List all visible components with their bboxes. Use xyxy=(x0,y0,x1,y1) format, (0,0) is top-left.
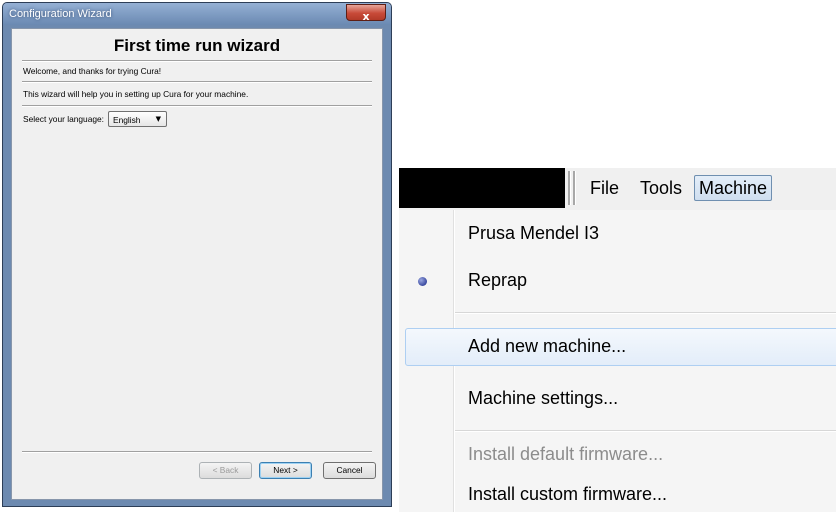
next-button[interactable]: Next > xyxy=(259,462,312,479)
menu-item-machine-settings[interactable]: Machine settings... xyxy=(468,388,618,409)
close-button[interactable]: x xyxy=(346,4,386,23)
language-label: Select your language: xyxy=(23,114,105,124)
back-button[interactable]: < Back xyxy=(199,462,252,479)
welcome-divider xyxy=(22,81,372,83)
menubar-strip: File Tools Machine xyxy=(565,168,836,208)
help-text: This wizard will help you in setting up … xyxy=(23,89,249,99)
cancel-button[interactable]: Cancel xyxy=(323,462,376,479)
menu-item-install-custom-firmware[interactable]: Install custom firmware... xyxy=(468,484,667,505)
machine-dropdown: Prusa Mendel I3 Reprap Add new machine..… xyxy=(399,210,836,512)
machine-menu-screenshot: File Tools Machine Prusa Mendel I3 Repra… xyxy=(399,168,836,512)
welcome-text: Welcome, and thanks for trying Cura! xyxy=(23,66,162,76)
radio-selected-icon xyxy=(418,277,427,286)
menu-separator xyxy=(455,312,836,314)
menu-file[interactable]: File xyxy=(590,176,619,200)
toolbar-grip-2[interactable] xyxy=(573,171,576,205)
language-select[interactable]: English ▼ xyxy=(108,111,167,127)
configuration-wizard-window: Configuration Wizard x First time run wi… xyxy=(2,2,392,507)
language-select-value: English xyxy=(113,115,141,125)
menu-separator-2 xyxy=(455,430,836,432)
help-divider xyxy=(22,105,372,107)
chevron-down-icon: ▼ xyxy=(155,115,161,123)
wizard-page: First time run wizard Welcome, and thank… xyxy=(11,28,383,500)
toolbar-grip[interactable] xyxy=(568,171,571,205)
menu-item-install-default-firmware: Install default firmware... xyxy=(468,444,664,464)
menu-machine[interactable]: Machine xyxy=(694,175,773,201)
footer-divider xyxy=(22,451,372,453)
wizard-heading: First time run wizard xyxy=(113,36,281,55)
menu-item-prusa-mendel-i3[interactable]: Prusa Mendel I3 xyxy=(468,223,599,244)
window-title: Configuration Wizard xyxy=(9,8,112,20)
close-icon: x xyxy=(362,10,370,23)
menu-item-reprap[interactable]: Reprap xyxy=(468,270,527,291)
menu-tools[interactable]: Tools xyxy=(640,176,682,200)
heading-divider xyxy=(22,60,372,62)
menubar: File Tools Machine xyxy=(399,168,836,208)
menu-item-add-new-machine[interactable]: Add new machine... xyxy=(468,336,626,357)
window-titlebar[interactable]: Configuration Wizard x xyxy=(3,3,391,25)
